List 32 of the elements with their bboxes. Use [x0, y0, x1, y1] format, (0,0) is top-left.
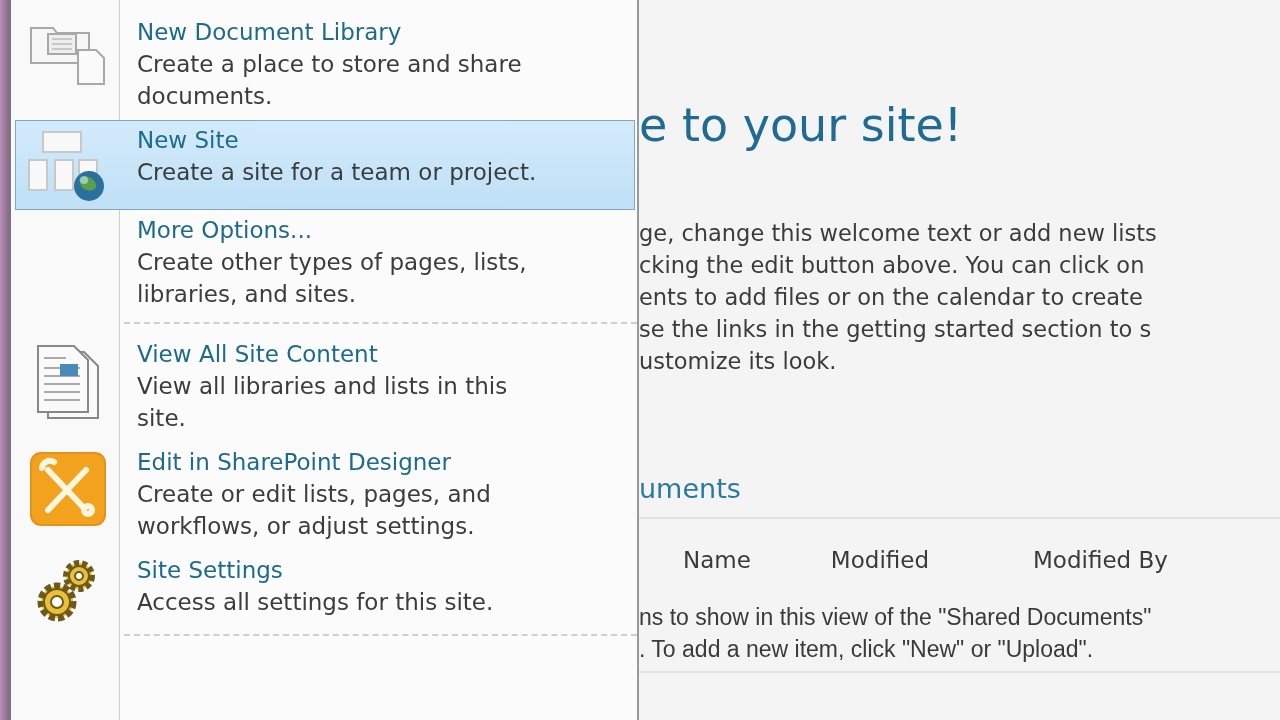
menu-item[interactable]: Site Settings Access all settings for this site. — [15, 550, 635, 630]
empty-list-message-line: . To add a new item, click "New" or "Upload". — [639, 635, 1094, 664]
column-header: Name — [683, 546, 751, 575]
documents-icon — [34, 344, 102, 420]
welcome-text-line: ents to add files or on the calendar to create — [639, 283, 1143, 312]
menu-item-title: More Options... — [137, 216, 312, 245]
menu-item-title: New Site — [137, 126, 239, 155]
menu-item-title: View All Site Content — [137, 340, 378, 369]
menu-item[interactable]: Edit in SharePoint Designer Create or edit lists, pages, and workflows, or adjust settings. — [15, 442, 635, 550]
menu-item-title: Edit in SharePoint Designer — [137, 448, 451, 477]
menu-item-title: Site Settings — [137, 556, 283, 585]
welcome-text-line: cking the edit button above. You can click on — [639, 251, 1145, 280]
section-title[interactable]: uments — [639, 469, 741, 509]
menu-item[interactable]: View All Site Content View all libraries and lists in this site. — [15, 334, 635, 442]
menu-item-description: Access all settings for this site. — [137, 588, 495, 617]
menu-item-description: Create or edit lists, pages, and workflows, or adjust settings. — [137, 480, 492, 541]
welcome-text-line: se the links in the getting started section to s — [639, 315, 1152, 344]
menu-item-title: New Document Library — [137, 18, 402, 47]
page-heading: e to your site! — [639, 97, 963, 154]
welcome-text-line: ustomize its look. — [639, 347, 837, 376]
menu-item-description: Create a place to store and share documents. — [137, 50, 523, 111]
menu-item-description: Create a site for a team or project. — [137, 158, 537, 187]
menu-item[interactable]: More Options... Create other types of pages, lists, libraries, and sites. — [15, 210, 635, 318]
menu-item-description: View all libraries and lists in this site. — [137, 372, 509, 433]
menu-item[interactable]: New Site Create a site for a team or project. — [15, 120, 635, 210]
empty-list-message-line: ns to show in this view of the "Shared Documents" — [639, 603, 1152, 632]
column-header: Modified — [830, 546, 929, 575]
column-header: Modified By — [1033, 546, 1168, 575]
tools-icon — [30, 452, 106, 526]
menu-item[interactable]: New Document Library Create a place to store and share documents. — [15, 12, 635, 120]
menu-item-description: Create other types of pages, lists, libraries, and sites. — [137, 248, 528, 309]
welcome-text-line: ge, change this welcome text or add new lists — [639, 219, 1157, 248]
